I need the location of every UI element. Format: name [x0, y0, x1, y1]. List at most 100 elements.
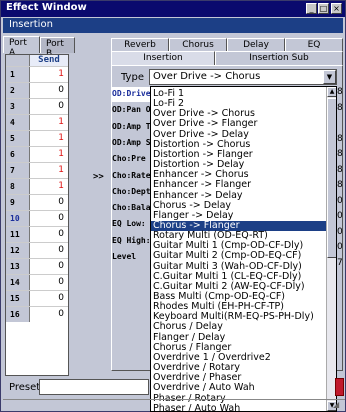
- table-row[interactable]: 71: [6, 162, 68, 178]
- tab-reverb[interactable]: Reverb: [111, 38, 169, 52]
- param-value: 0: [337, 195, 343, 206]
- send-value[interactable]: 1: [30, 115, 68, 130]
- send-value[interactable]: 0: [30, 291, 68, 306]
- send-value[interactable]: 1: [30, 179, 68, 194]
- table-row[interactable]: 16 0: [6, 306, 68, 322]
- table-row[interactable]: 41: [6, 114, 68, 130]
- scroll-up-icon[interactable]: ▲: [327, 87, 336, 97]
- channel-number: 7: [6, 163, 30, 178]
- channel-number: 2: [6, 83, 30, 98]
- param-label[interactable]: Level: [112, 250, 152, 265]
- table-row[interactable]: 12 0: [6, 242, 68, 258]
- scroll-thumb[interactable]: [327, 98, 336, 258]
- channel-number: 8: [6, 179, 30, 194]
- send-value[interactable]: 0: [30, 83, 68, 98]
- send-value[interactable]: 0: [30, 259, 68, 274]
- tab-port-a[interactable]: Port A: [3, 36, 40, 58]
- dropdown-option[interactable]: Guitar Multi 2 (Cmp-OD-EQ-CF): [151, 251, 326, 261]
- send-value[interactable]: 0: [30, 243, 68, 258]
- param-label[interactable]: Cho:Pre: [112, 152, 152, 167]
- channel-number: 5: [6, 131, 30, 146]
- channel-number: 14: [6, 275, 30, 290]
- tab-insertion-sub[interactable]: Insertion Sub: [215, 51, 343, 65]
- channel-number: 10: [6, 211, 30, 226]
- dropdown-scrollbar[interactable]: ▲ ▼: [326, 87, 336, 411]
- send-table-corner: [6, 55, 30, 66]
- tab-insertion[interactable]: Insertion: [111, 51, 215, 65]
- type-select-value: Over Drive -> Chorus: [153, 71, 261, 82]
- send-value[interactable]: 1: [30, 147, 68, 162]
- channel-number: 13: [6, 259, 30, 274]
- dropdown-option[interactable]: Over Drive -> Flanger: [151, 119, 326, 129]
- table-row[interactable]: 90: [6, 194, 68, 210]
- param-label[interactable]: OD:Pan Ou: [112, 103, 152, 118]
- table-row[interactable]: 14 0: [6, 274, 68, 290]
- send-value[interactable]: 0: [30, 307, 68, 322]
- table-row[interactable]: 20: [6, 82, 68, 98]
- channel-number: 3: [6, 99, 30, 114]
- param-value: 7: [337, 257, 343, 268]
- type-select[interactable]: Over Drive -> Chorus ▼: [149, 69, 337, 85]
- tab-eq[interactable]: EQ: [285, 38, 343, 52]
- dropdown-option[interactable]: Chorus / Delay: [151, 322, 326, 332]
- table-row[interactable]: 81: [6, 178, 68, 194]
- send-value[interactable]: 1: [30, 131, 68, 146]
- param-values: 8 8 8 8 8 8 0 0 0 0 7: [337, 87, 343, 272]
- effect-window: Effect Window _ □ × Insertion Port A Por…: [0, 0, 346, 412]
- channel-number: 15: [6, 291, 30, 306]
- close-button[interactable]: ×: [331, 3, 342, 14]
- resize-grip-icon[interactable]: ◢: [333, 400, 343, 410]
- param-value: 0: [337, 226, 343, 237]
- type-label: Type: [121, 72, 144, 83]
- send-column-header: Send: [30, 55, 68, 66]
- table-row[interactable]: 51: [6, 130, 68, 146]
- send-value[interactable]: 0: [30, 275, 68, 290]
- param-label[interactable]: EQ High:: [112, 234, 152, 249]
- preset-field[interactable]: [39, 379, 149, 395]
- channel-number: 16: [6, 307, 30, 322]
- param-label[interactable]: Cho:Bala: [112, 201, 152, 216]
- param-label[interactable]: OD:Amp S: [112, 136, 152, 151]
- table-row[interactable]: 10 0: [6, 210, 68, 226]
- send-value[interactable]: 1: [30, 67, 68, 82]
- preset-button[interactable]: [335, 378, 344, 396]
- status-bar: ◢: [3, 399, 345, 411]
- table-row[interactable]: 61: [6, 146, 68, 162]
- dropdown-option[interactable]: Enhancer -> Flanger: [151, 180, 326, 190]
- param-value: 0: [337, 211, 343, 221]
- table-row[interactable]: 30: [6, 98, 68, 114]
- title-bar[interactable]: Effect Window _ □ ×: [1, 1, 345, 17]
- channel-number: 6: [6, 147, 30, 162]
- param-value: 8: [337, 164, 343, 175]
- param-label[interactable]: Cho:Depth: [112, 185, 152, 200]
- tab-delay[interactable]: Delay: [227, 38, 285, 52]
- table-row[interactable]: 11 0: [6, 226, 68, 242]
- table-row[interactable]: 11: [6, 66, 68, 82]
- send-value[interactable]: 0: [30, 211, 68, 226]
- channel-number: 11: [6, 227, 30, 242]
- tab-port-b[interactable]: Port B: [40, 37, 75, 59]
- dropdown-option[interactable]: Overdrive / Auto Wah: [151, 383, 326, 393]
- maximize-button[interactable]: □: [318, 3, 329, 14]
- param-label[interactable]: EQ Low:: [112, 217, 152, 232]
- param-value: 0: [337, 242, 343, 252]
- param-value: 8: [337, 102, 343, 113]
- param-label[interactable]: OD:Amp T: [112, 120, 152, 135]
- type-dropdown-list[interactable]: Lo-Fi 1 Lo-Fi 2 Over Drive -> Chorus Over D…: [150, 86, 337, 412]
- send-value[interactable]: 0: [30, 227, 68, 242]
- dropdown-option[interactable]: Enhancer -> Delay: [151, 190, 326, 201]
- send-value[interactable]: 1: [30, 163, 68, 178]
- window-title: Effect Window: [6, 2, 87, 13]
- param-value: 8: [337, 133, 343, 144]
- preset-label: Preset: [9, 382, 41, 393]
- param-label[interactable]: Cho:Rate: [112, 169, 152, 184]
- param-label[interactable]: OD:Drive: [112, 87, 152, 102]
- table-row[interactable]: 13 0: [6, 258, 68, 274]
- chevron-down-icon[interactable]: ▼: [323, 70, 336, 84]
- table-row[interactable]: 15 0: [6, 290, 68, 306]
- send-value[interactable]: 0: [30, 99, 68, 114]
- tab-chorus[interactable]: Chorus: [169, 38, 227, 52]
- send-value[interactable]: 0: [30, 195, 68, 210]
- channel-number: 9: [6, 195, 30, 210]
- minimize-button[interactable]: _: [306, 3, 317, 14]
